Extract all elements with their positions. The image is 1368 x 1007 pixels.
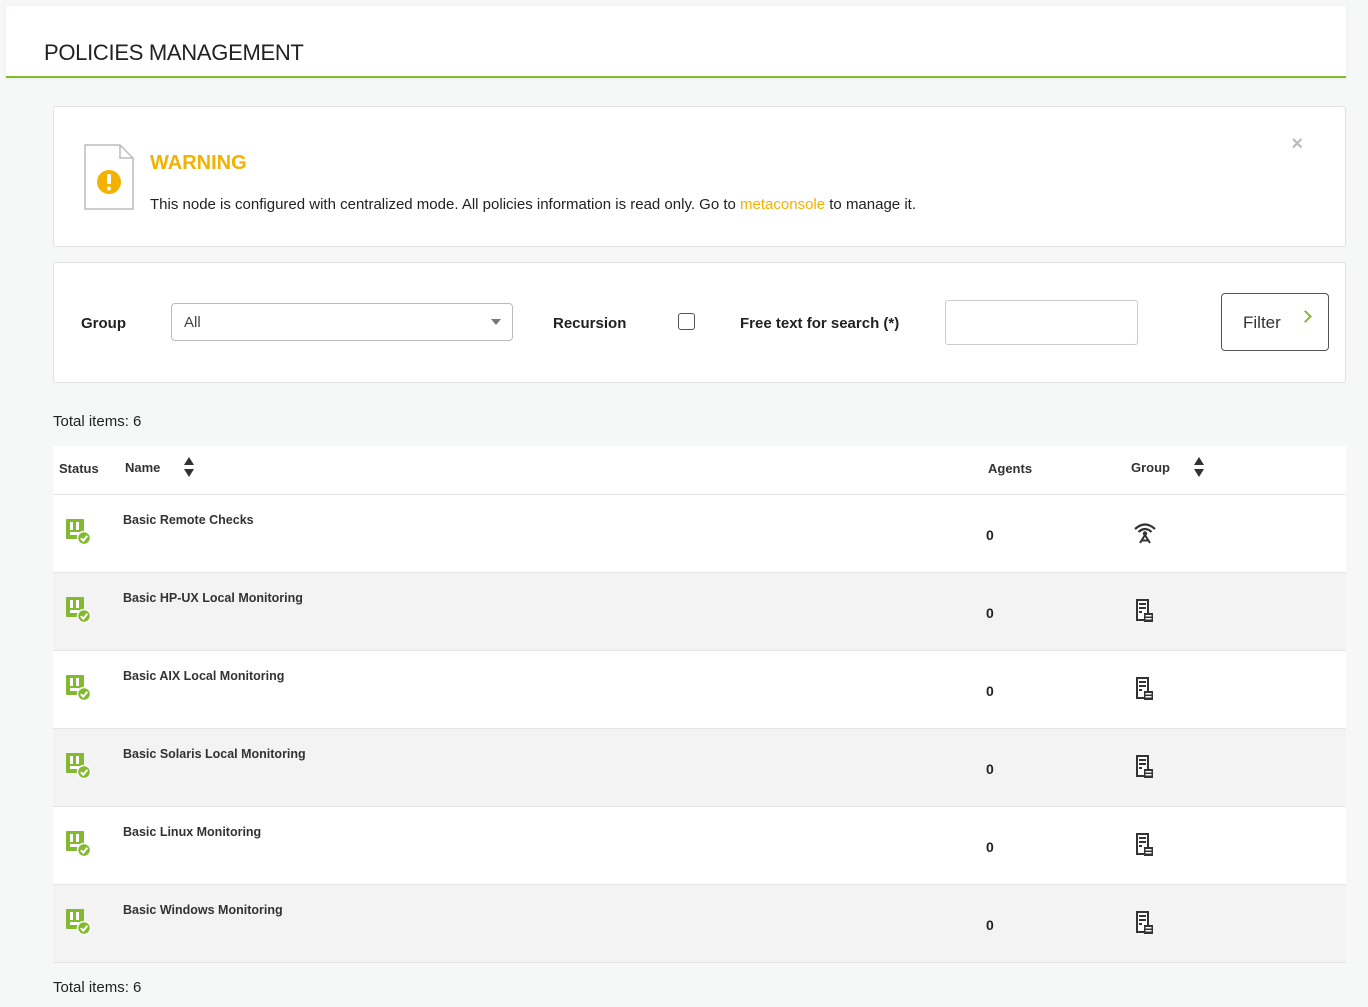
group-label: Group [81,315,126,332]
chevron-down-icon [491,319,501,325]
agents-count: 0 [986,605,994,621]
server-icon [1133,676,1157,702]
warning-text-after: to manage it. [825,196,916,213]
policy-name[interactable]: Basic AIX Local Monitoring [123,669,284,683]
antenna-icon [1133,520,1157,546]
close-icon[interactable]: × [1291,133,1303,156]
agents-count: 0 [986,839,994,855]
warning-document-icon [84,144,134,210]
total-items-bottom: Total items: 6 [53,979,142,996]
agents-count: 0 [986,917,994,933]
server-icon [1133,832,1157,858]
total-items-top: Total items: 6 [53,413,142,430]
policy-ok-icon [65,596,92,624]
page-header: POLICIES MANAGEMENT [6,6,1346,78]
search-label: Free text for search (*) [740,315,900,332]
filter-button-label: Filter [1243,313,1281,332]
policy-name[interactable]: Basic HP-UX Local Monitoring [123,591,303,605]
policy-name[interactable]: Basic Remote Checks [123,513,254,527]
group-select-value: All [184,314,201,331]
table-row: Basic Solaris Local Monitoring 0 [53,729,1346,807]
search-input[interactable] [945,300,1138,345]
policy-ok-icon [65,674,92,702]
policy-name[interactable]: Basic Windows Monitoring [123,903,283,917]
server-icon [1133,598,1157,624]
sort-name-icon[interactable] [184,457,194,481]
warning-text: This node is configured with centralized… [150,196,916,213]
agents-count: 0 [986,683,994,699]
group-select[interactable]: All [171,303,513,341]
server-icon [1133,910,1157,936]
policy-name[interactable]: Basic Solaris Local Monitoring [123,747,306,761]
sort-group-icon[interactable] [1194,457,1204,481]
policy-ok-icon [65,752,92,780]
metaconsole-link[interactable]: metaconsole [740,196,825,213]
policy-name[interactable]: Basic Linux Monitoring [123,825,261,839]
warning-title: WARNING [150,152,247,174]
column-agents: Agents [988,461,1033,476]
column-status: Status [59,461,99,476]
server-icon [1133,754,1157,780]
recursion-checkbox[interactable] [678,313,695,330]
policy-ok-icon [65,908,92,936]
column-group[interactable]: Group [1131,460,1170,475]
table-row: Basic AIX Local Monitoring 0 [53,651,1346,729]
policies-table: Status Name Agents Group Basic Remote Ch… [53,446,1346,963]
table-row: Basic HP-UX Local Monitoring 0 [53,573,1346,651]
policy-ok-icon [65,830,92,858]
agents-count: 0 [986,527,994,543]
recursion-label: Recursion [553,315,627,332]
warning-text-before: This node is configured with centralized… [150,196,741,213]
table-row: Basic Remote Checks 0 [53,495,1346,573]
page-title: POLICIES MANAGEMENT [44,40,304,65]
chevron-right-icon [1299,310,1312,323]
filter-button[interactable]: Filter [1221,293,1329,351]
table-row: Basic Windows Monitoring 0 [53,885,1346,963]
warning-message: WARNING This node is configured with cen… [53,106,1346,247]
table-header: Status Name Agents Group [53,446,1346,495]
column-name[interactable]: Name [125,460,160,475]
policy-ok-icon [65,518,92,546]
filter-panel: Group All Recursion Free text for search… [53,262,1346,383]
table-body: Basic Remote Checks 0 Basic HP-UX Local Mo… [53,495,1346,963]
agents-count: 0 [986,761,994,777]
table-row: Basic Linux Monitoring 0 [53,807,1346,885]
